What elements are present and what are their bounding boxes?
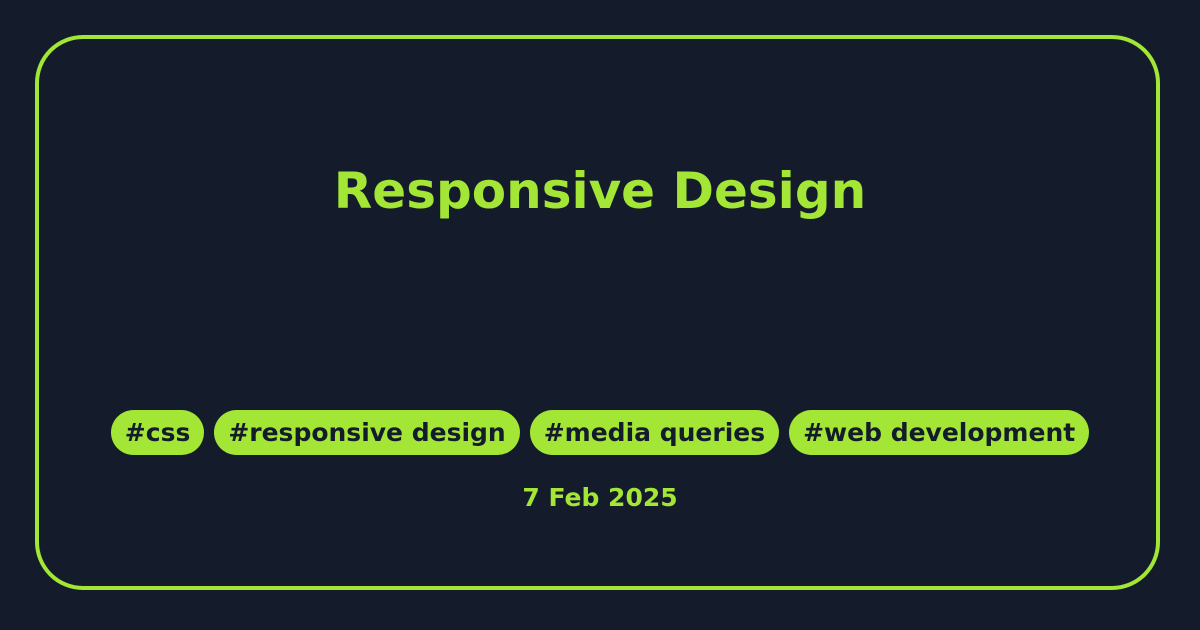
tag-web-development: #web development <box>789 410 1090 455</box>
tag-media-queries: #media queries <box>529 410 780 455</box>
publish-date: 7 Feb 2025 <box>522 483 678 512</box>
page-title: Responsive Design <box>333 162 867 220</box>
tag-responsive-design: #responsive design <box>214 410 520 455</box>
tag-list: #css #responsive design #media queries #… <box>0 410 1200 455</box>
social-card: Responsive Design #css #responsive desig… <box>0 0 1200 630</box>
tag-css: #css <box>110 410 205 455</box>
